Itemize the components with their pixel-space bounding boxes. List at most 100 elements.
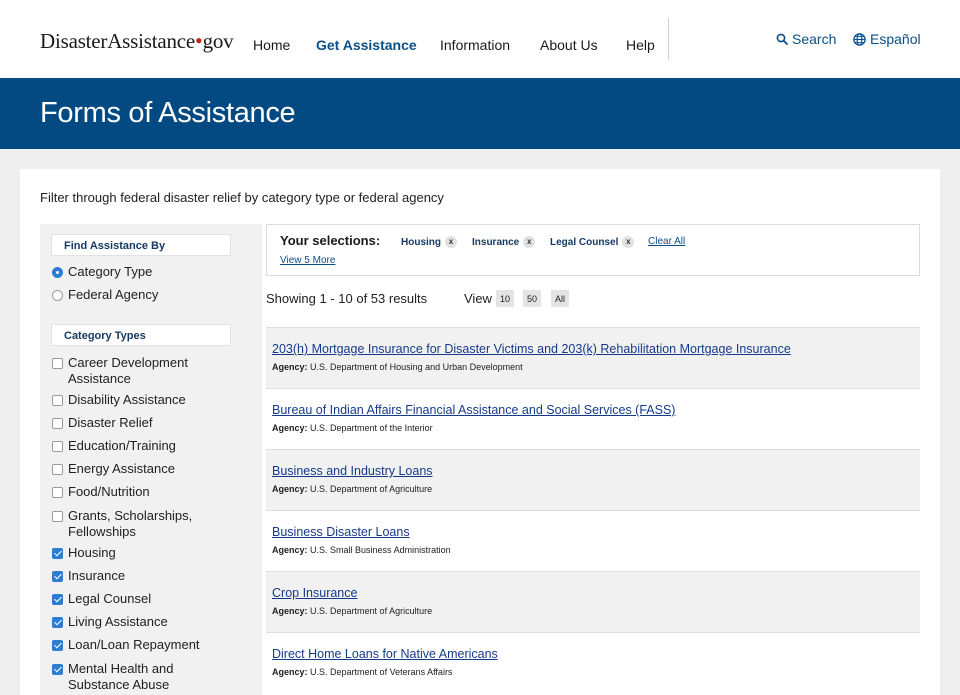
agency-name: U.S. Department of Agriculture xyxy=(310,484,433,494)
selection-chip-insurance: Insurance x xyxy=(472,236,536,248)
checkbox-education-training[interactable]: Education/Training xyxy=(52,438,208,454)
checkbox-loan-repayment[interactable]: Loan/Loan Repayment xyxy=(52,637,208,653)
checkbox-label: Housing xyxy=(68,545,116,560)
result-title-link[interactable]: Business and Industry Loans xyxy=(272,464,433,478)
checkbox-label: Grants, Scholarships, Fellowships xyxy=(68,508,193,539)
checkbox-food-nutrition[interactable]: Food/Nutrition xyxy=(52,484,208,500)
checkbox[interactable] xyxy=(52,511,63,522)
checkbox-label: Legal Counsel xyxy=(68,591,152,606)
result-item: Direct Home Loans for Native Americans A… xyxy=(266,632,920,693)
checkbox-label: Energy Assistance xyxy=(68,461,175,476)
checkbox[interactable] xyxy=(52,487,63,498)
result-item: Bureau of Indian Affairs Financial Assis… xyxy=(266,388,920,449)
result-item: 203(h) Mortgage Insurance for Disaster V… xyxy=(266,327,920,388)
agency-name: U.S. Department of Housing and Urban Dev… xyxy=(310,362,523,372)
agency-label: Agency: xyxy=(272,545,308,555)
view-label: View xyxy=(464,291,492,306)
radio-button-selected[interactable] xyxy=(52,267,63,278)
checkbox-checked[interactable] xyxy=(52,548,63,559)
nav-get-assistance[interactable]: Get Assistance xyxy=(316,37,417,53)
checkbox-housing[interactable]: Housing xyxy=(52,545,208,561)
result-item: Business and Industry Loans Agency: U.S.… xyxy=(266,449,920,510)
agency-name: U.S. Department of Veterans Affairs xyxy=(310,667,453,677)
page-size-all-button[interactable]: All xyxy=(551,290,570,307)
page-size-10-button[interactable]: 10 xyxy=(496,290,515,307)
search-link[interactable]: Search xyxy=(776,31,836,47)
clear-all-link[interactable]: Clear All xyxy=(648,236,685,247)
checkbox-disability-assistance[interactable]: Disability Assistance xyxy=(52,392,208,408)
result-title-link[interactable]: Business Disaster Loans xyxy=(272,525,410,539)
site-logo[interactable]: DisasterAssistance•gov xyxy=(40,28,234,54)
checkbox-checked[interactable] xyxy=(52,640,63,651)
chip-label: Housing xyxy=(401,236,441,248)
filter-sidebar: Find Assistance By Category Type Federal… xyxy=(40,224,262,695)
logo-dot: • xyxy=(195,28,203,53)
checkbox-energy-assistance[interactable]: Energy Assistance xyxy=(52,461,208,477)
category-types-heading: Category Types xyxy=(51,324,231,346)
find-assistance-heading: Find Assistance By xyxy=(51,234,231,256)
logo-word-gov: gov xyxy=(202,29,234,53)
result-title-link[interactable]: 203(h) Mortgage Insurance for Disaster V… xyxy=(272,342,791,356)
checkbox-disaster-relief[interactable]: Disaster Relief xyxy=(52,415,208,431)
checkbox-checked[interactable] xyxy=(52,594,63,605)
result-agency: Agency: U.S. Department of Housing and U… xyxy=(272,362,523,372)
radio-category-type[interactable]: Category Type xyxy=(52,264,152,279)
agency-label: Agency: xyxy=(272,484,308,494)
result-agency: Agency: U.S. Department of Agriculture xyxy=(272,606,432,616)
results-count: Showing 1 - 10 of 53 results xyxy=(266,291,428,306)
result-title-link[interactable]: Bureau of Indian Affairs Financial Assis… xyxy=(272,403,675,417)
checkbox-label: Disaster Relief xyxy=(68,415,153,430)
checkbox-insurance[interactable]: Insurance xyxy=(52,568,208,584)
selections-box: Your selections: Housing x Insurance x L… xyxy=(266,224,920,276)
radio-button[interactable] xyxy=(52,290,63,301)
nav-about-us[interactable]: About Us xyxy=(540,37,598,53)
language-label: Español xyxy=(870,31,921,47)
agency-name: U.S. Small Business Administration xyxy=(310,545,451,555)
checkbox-grants-scholarships[interactable]: Grants, Scholarships, Fellowships xyxy=(52,508,208,540)
nav-home[interactable]: Home xyxy=(253,37,290,53)
view-more-link[interactable]: View 5 More xyxy=(280,255,335,266)
checkbox-legal-counsel[interactable]: Legal Counsel xyxy=(52,591,208,607)
checkbox-label: Disability Assistance xyxy=(68,392,186,407)
result-agency: Agency: U.S. Department of the Interior xyxy=(272,423,433,433)
selection-chip-housing: Housing x xyxy=(401,236,457,248)
checkbox-label: Food/Nutrition xyxy=(68,484,150,499)
page-title: Forms of Assistance xyxy=(40,97,296,129)
nav-information[interactable]: Information xyxy=(440,37,510,53)
remove-chip-button[interactable]: x xyxy=(622,236,635,248)
agency-label: Agency: xyxy=(272,423,308,433)
checkbox[interactable] xyxy=(52,418,63,429)
radio-label: Category Type xyxy=(68,264,153,279)
checkbox-living-assistance[interactable]: Living Assistance xyxy=(52,614,208,630)
checkbox-label: Insurance xyxy=(68,568,126,583)
checkbox-label: Living Assistance xyxy=(68,614,168,629)
page-size-50-button[interactable]: 50 xyxy=(523,290,542,307)
result-title-link[interactable]: Crop Insurance xyxy=(272,586,357,600)
checkbox[interactable] xyxy=(52,358,63,369)
language-link[interactable]: Español xyxy=(853,31,921,47)
logo-word-disaster: Disaster xyxy=(40,29,108,53)
nav-divider xyxy=(668,18,669,60)
nav-help[interactable]: Help xyxy=(626,37,655,53)
result-item: Crop Insurance Agency: U.S. Department o… xyxy=(266,571,920,632)
checkbox-mental-health[interactable]: Mental Health and Substance Abuse xyxy=(52,661,208,693)
radio-federal-agency[interactable]: Federal Agency xyxy=(52,287,158,302)
checkbox-checked[interactable] xyxy=(52,664,63,675)
checkbox[interactable] xyxy=(52,395,63,406)
remove-chip-button[interactable]: x xyxy=(445,236,457,248)
checkbox-checked[interactable] xyxy=(52,617,63,628)
checkbox-label: Career Development Assistance xyxy=(68,355,188,386)
result-agency: Agency: U.S. Small Business Administrati… xyxy=(272,545,451,555)
result-agency: Agency: U.S. Department of Veterans Affa… xyxy=(272,667,452,677)
result-title-link[interactable]: Direct Home Loans for Native Americans xyxy=(272,647,498,661)
remove-chip-button[interactable]: x xyxy=(523,236,536,248)
logo-word-assistance: Assistance xyxy=(107,29,196,53)
checkbox-checked[interactable] xyxy=(52,571,63,582)
checkbox-label: Education/Training xyxy=(68,438,176,453)
checkbox-career-development[interactable]: Career Development Assistance xyxy=(52,355,208,387)
result-item: Business Disaster Loans Agency: U.S. Sma… xyxy=(266,510,920,571)
agency-name: U.S. Department of the Interior xyxy=(310,423,433,433)
checkbox[interactable] xyxy=(52,441,63,452)
checkbox[interactable] xyxy=(52,464,63,475)
checkbox-label: Mental Health and Substance Abuse xyxy=(68,661,174,692)
